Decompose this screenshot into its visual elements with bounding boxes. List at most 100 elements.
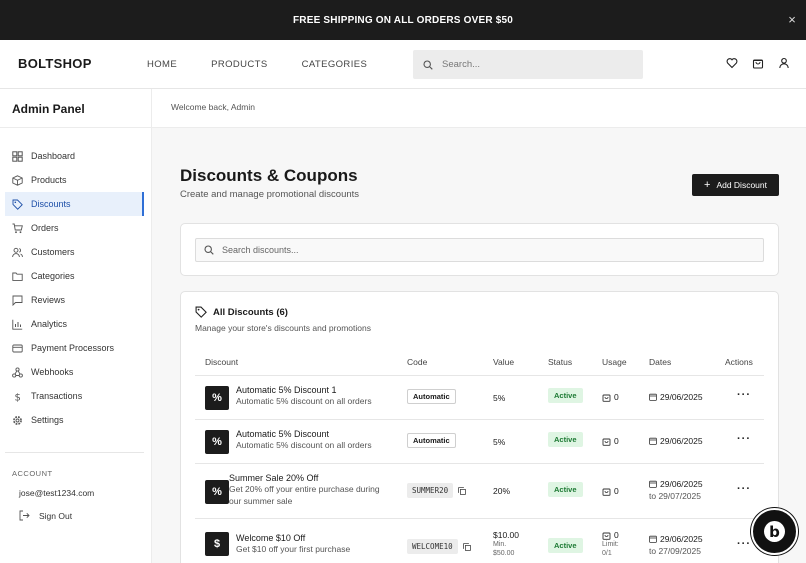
- gear-icon: [13, 415, 22, 425]
- more-actions-icon[interactable]: ···: [737, 538, 751, 550]
- col-discount: Discount: [205, 357, 239, 367]
- discount-name: Summer Sale 20% Off: [229, 473, 319, 483]
- main-content: Welcome back, Admin Discounts & Coupons …: [152, 89, 806, 563]
- bag-icon: [602, 438, 611, 446]
- logo[interactable]: BOLTSHOP: [18, 56, 92, 71]
- table-row[interactable]: % Automatic 5% Discount 1 Automatic 5% d…: [195, 376, 764, 420]
- usage-count: 0: [614, 436, 619, 446]
- copy-icon[interactable]: [462, 542, 471, 551]
- account-label: ACCOUNT: [12, 469, 53, 478]
- discount-search-input[interactable]: Search discounts...: [195, 238, 764, 262]
- sidebar-item-products[interactable]: Products: [0, 168, 151, 192]
- coupon-code: WELCOME10: [407, 539, 458, 554]
- tag-icon: [12, 199, 23, 210]
- shopping-bag-icon[interactable]: [752, 57, 764, 69]
- more-actions-icon[interactable]: ···: [737, 389, 751, 401]
- nav-products[interactable]: PRODUCTS: [211, 59, 268, 70]
- col-status: Status: [548, 357, 573, 367]
- sidebar-item-discounts[interactable]: Discounts: [5, 192, 144, 216]
- sidebar-item-label: Orders: [31, 223, 59, 233]
- col-value: Value: [493, 357, 515, 367]
- sidebar-item-orders[interactable]: Orders: [0, 216, 151, 240]
- sidebar-item-analytics[interactable]: Analytics: [0, 312, 151, 336]
- usage-limit-label: Limit:: [602, 541, 619, 548]
- discount-value: 5%: [493, 437, 506, 447]
- dollar-icon: $: [15, 392, 21, 402]
- more-actions-icon[interactable]: ···: [737, 433, 751, 445]
- webhook-icon: [12, 366, 23, 378]
- table-row[interactable]: % Automatic 5% Discount Automatic 5% dis…: [195, 420, 764, 464]
- admin-sidebar: Admin Panel Dashboard Products Discounts…: [0, 89, 152, 563]
- coupon-code: SUMMER20: [407, 483, 454, 498]
- copy-icon[interactable]: [458, 486, 466, 495]
- sidebar-item-label: Products: [31, 175, 67, 185]
- sidebar-item-reviews[interactable]: Reviews: [0, 288, 151, 312]
- site-header: BOLTSHOP HOME PRODUCTS CATEGORIES Search…: [0, 40, 806, 89]
- search-input[interactable]: Search...: [413, 50, 643, 79]
- table-subtitle: Manage your store's discounts and promot…: [195, 323, 371, 333]
- status-badge: Active: [548, 432, 583, 447]
- card-icon: [12, 344, 23, 352]
- sidebar-item-dashboard[interactable]: Dashboard: [0, 144, 151, 168]
- add-discount-label: Add Discount: [716, 180, 767, 190]
- sign-out-button[interactable]: Sign Out: [0, 502, 151, 529]
- folder-icon: [12, 272, 23, 281]
- account-email: jose@test1234.com: [19, 488, 95, 498]
- date-from: 29/06/2025: [660, 534, 703, 544]
- close-icon[interactable]: ×: [788, 12, 796, 27]
- sidebar-item-customers[interactable]: Customers: [0, 240, 151, 264]
- discount-description: Get $10 off your first purchase: [236, 544, 351, 554]
- discounts-table-card: All Discounts (6) Manage your store's di…: [180, 291, 779, 563]
- calendar-icon: [649, 535, 657, 543]
- sidebar-item-webhooks[interactable]: Webhooks: [0, 360, 151, 384]
- users-icon: [12, 247, 23, 257]
- heart-icon[interactable]: [726, 57, 738, 69]
- box-icon: [12, 174, 23, 186]
- tag-icon: [195, 306, 207, 318]
- table-header: Discount Code Value Status Usage Dates A…: [195, 352, 764, 376]
- sidebar-item-label: Categories: [31, 271, 75, 281]
- nav-categories[interactable]: CATEGORIES: [302, 59, 368, 70]
- bolt-logo-icon: b: [764, 521, 785, 542]
- table-row[interactable]: $ Welcome $10 Off Get $10 off your first…: [195, 519, 764, 563]
- sidebar-item-label: Settings: [31, 415, 64, 425]
- sidebar-item-label: Transactions: [31, 391, 83, 401]
- sidebar-item-label: Webhooks: [31, 367, 74, 377]
- sidebar-item-categories[interactable]: Categories: [0, 264, 151, 288]
- add-discount-button[interactable]: + Add Discount: [692, 174, 779, 196]
- discount-description: Automatic 5% discount on all orders: [236, 396, 372, 406]
- calendar-icon: [649, 437, 657, 445]
- more-actions-icon[interactable]: ···: [737, 483, 751, 495]
- sidebar-item-settings[interactable]: Settings: [0, 408, 151, 432]
- table-title: All Discounts (6): [195, 306, 288, 318]
- col-code: Code: [407, 357, 428, 367]
- sidebar-item-transactions[interactable]: $ Transactions: [0, 384, 151, 408]
- welcome-text: Welcome back, Admin: [152, 89, 806, 128]
- sign-out-icon: [19, 510, 30, 521]
- search-icon: [204, 245, 214, 255]
- col-actions: Actions: [725, 357, 753, 367]
- discount-description: Get 20% off your entire purchase during …: [229, 484, 380, 506]
- usage-count: 0: [614, 530, 619, 540]
- svg-text:$: $: [15, 392, 21, 402]
- col-dates: Dates: [649, 357, 672, 367]
- chart-icon: [12, 319, 23, 330]
- sidebar-item-payment-processors[interactable]: Payment Processors: [0, 336, 151, 360]
- discount-value: $10.00: [493, 530, 519, 540]
- date-from: 29/06/2025: [660, 479, 703, 489]
- bag-icon: [602, 488, 611, 496]
- search-placeholder: Search...: [442, 59, 481, 70]
- bag-icon: [602, 394, 611, 402]
- discount-value: 20%: [493, 486, 511, 496]
- nav-home[interactable]: HOME: [147, 59, 177, 70]
- table-row[interactable]: % Summer Sale 20% Off Get 20% off your e…: [195, 464, 764, 519]
- bolt-badge[interactable]: b: [751, 508, 798, 555]
- plus-icon: +: [704, 179, 711, 191]
- sidebar-item-label: Payment Processors: [31, 343, 115, 353]
- search-card: Search discounts...: [180, 223, 779, 276]
- search-icon: [423, 59, 433, 70]
- user-icon[interactable]: [778, 57, 790, 69]
- percent-icon: %: [205, 480, 229, 504]
- sidebar-item-label: Discounts: [31, 199, 71, 209]
- usage-count: 0: [614, 392, 619, 402]
